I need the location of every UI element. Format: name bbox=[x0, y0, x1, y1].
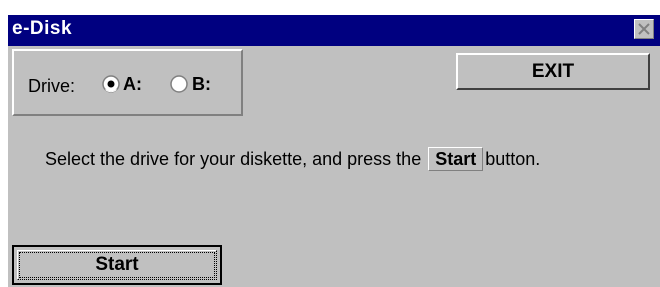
radio-drive-b[interactable] bbox=[170, 75, 188, 93]
edisk-window: e-Disk Drive: A: B: EXIT Select the driv… bbox=[8, 15, 660, 287]
radio-drive-a-label[interactable]: A: bbox=[123, 74, 142, 95]
inline-start-label: Start bbox=[428, 147, 484, 171]
radio-drive-b-label[interactable]: B: bbox=[192, 74, 211, 95]
drive-selection-group: Drive: A: B: bbox=[12, 49, 243, 116]
window-title: e-Disk bbox=[12, 18, 73, 39]
close-button[interactable] bbox=[634, 19, 654, 39]
instruction-text: Select the drive for your diskette, and … bbox=[45, 147, 540, 171]
radio-drive-a[interactable] bbox=[102, 75, 120, 93]
title-bar[interactable]: e-Disk bbox=[8, 15, 660, 46]
close-icon bbox=[638, 23, 650, 35]
start-button[interactable]: Start bbox=[12, 245, 222, 285]
start-button-label: Start bbox=[17, 250, 217, 280]
exit-button[interactable]: EXIT bbox=[456, 53, 650, 90]
instruction-before: Select the drive for your diskette, and … bbox=[45, 149, 422, 169]
instruction-after: button. bbox=[485, 149, 541, 169]
drive-label: Drive: bbox=[28, 76, 76, 96]
